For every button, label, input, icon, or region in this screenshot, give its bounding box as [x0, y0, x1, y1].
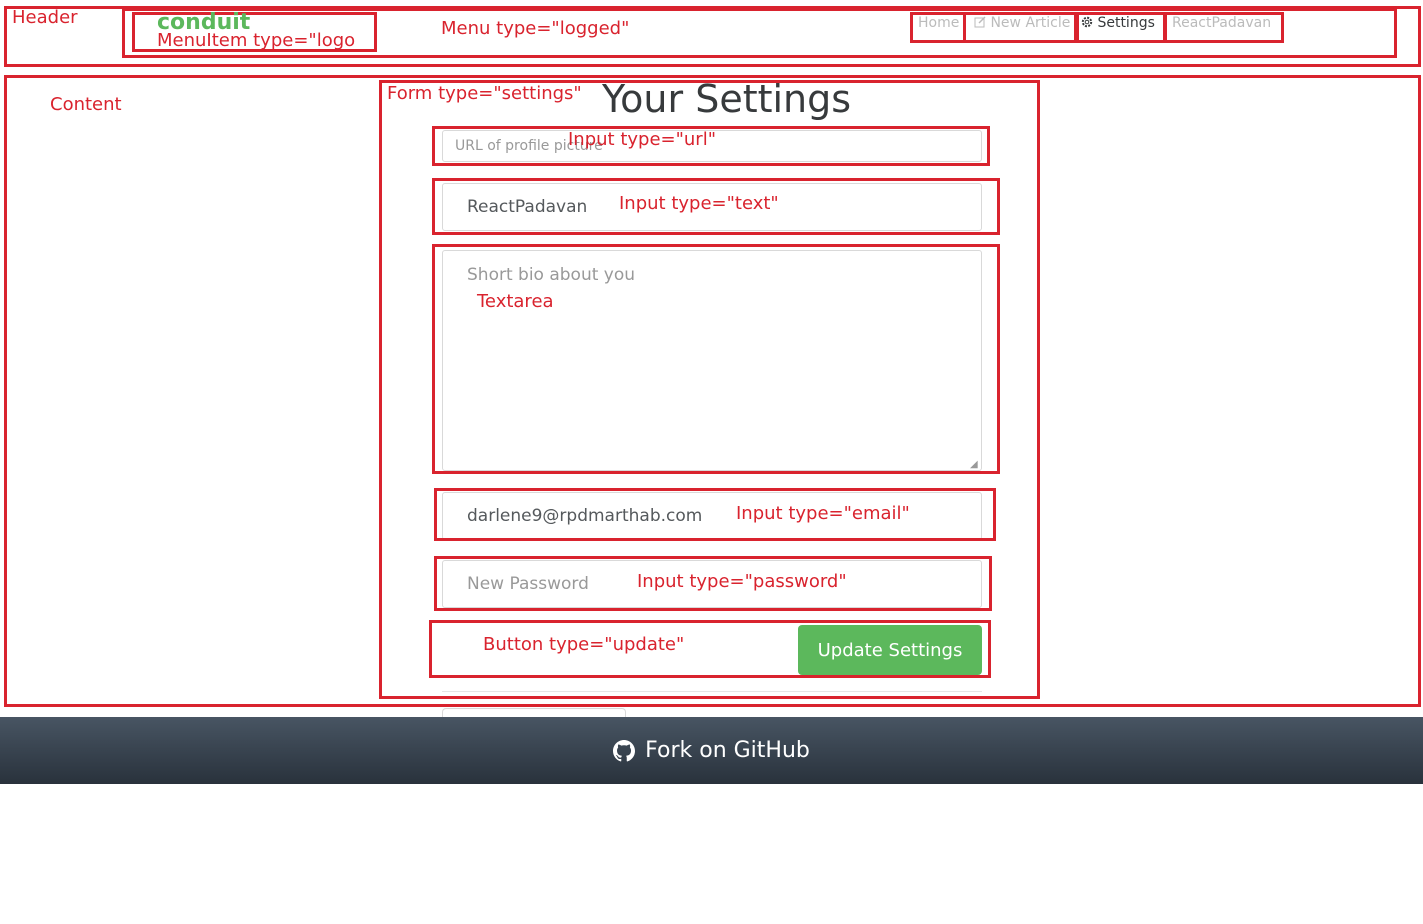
gear-icon [1081, 16, 1093, 28]
github-icon [613, 739, 636, 761]
textarea-annotation: Textarea [477, 291, 554, 312]
input-email-annotation: Input type="email" [736, 503, 910, 524]
form-divider [442, 691, 982, 692]
content-annotation: Content [50, 94, 122, 115]
footer-github-link[interactable]: Fork on GitHub [0, 717, 1423, 784]
form-settings-annotation: Form type="settings" [387, 83, 582, 104]
button-update-annotation: Button type="update" [483, 634, 685, 655]
footer-label: Fork on GitHub [645, 738, 810, 763]
input-password-annotation: Input type="password" [637, 571, 847, 592]
nav-new-article-label: New Article [990, 15, 1071, 31]
menu-logged-annotation: Menu type="logged" [441, 18, 630, 39]
menu-item-logo-annotation: MenuItem type="logo [157, 30, 356, 51]
input-email-outline [434, 488, 996, 541]
nav-home[interactable]: Home [918, 15, 959, 31]
textarea-outline [432, 244, 1000, 474]
input-text-annotation: Input type="text" [619, 193, 779, 214]
nav-user-profile[interactable]: ReactPadavan [1172, 15, 1271, 31]
input-url-annotation: Input type="url" [568, 129, 716, 150]
page-title: Your Settings [602, 77, 852, 121]
header-annotation: Header [12, 7, 78, 28]
nav-settings[interactable]: Settings [1081, 15, 1155, 31]
nav-new-article[interactable]: New Article [974, 15, 1070, 31]
nav-settings-label: Settings [1097, 15, 1155, 31]
edit-icon [974, 16, 986, 28]
